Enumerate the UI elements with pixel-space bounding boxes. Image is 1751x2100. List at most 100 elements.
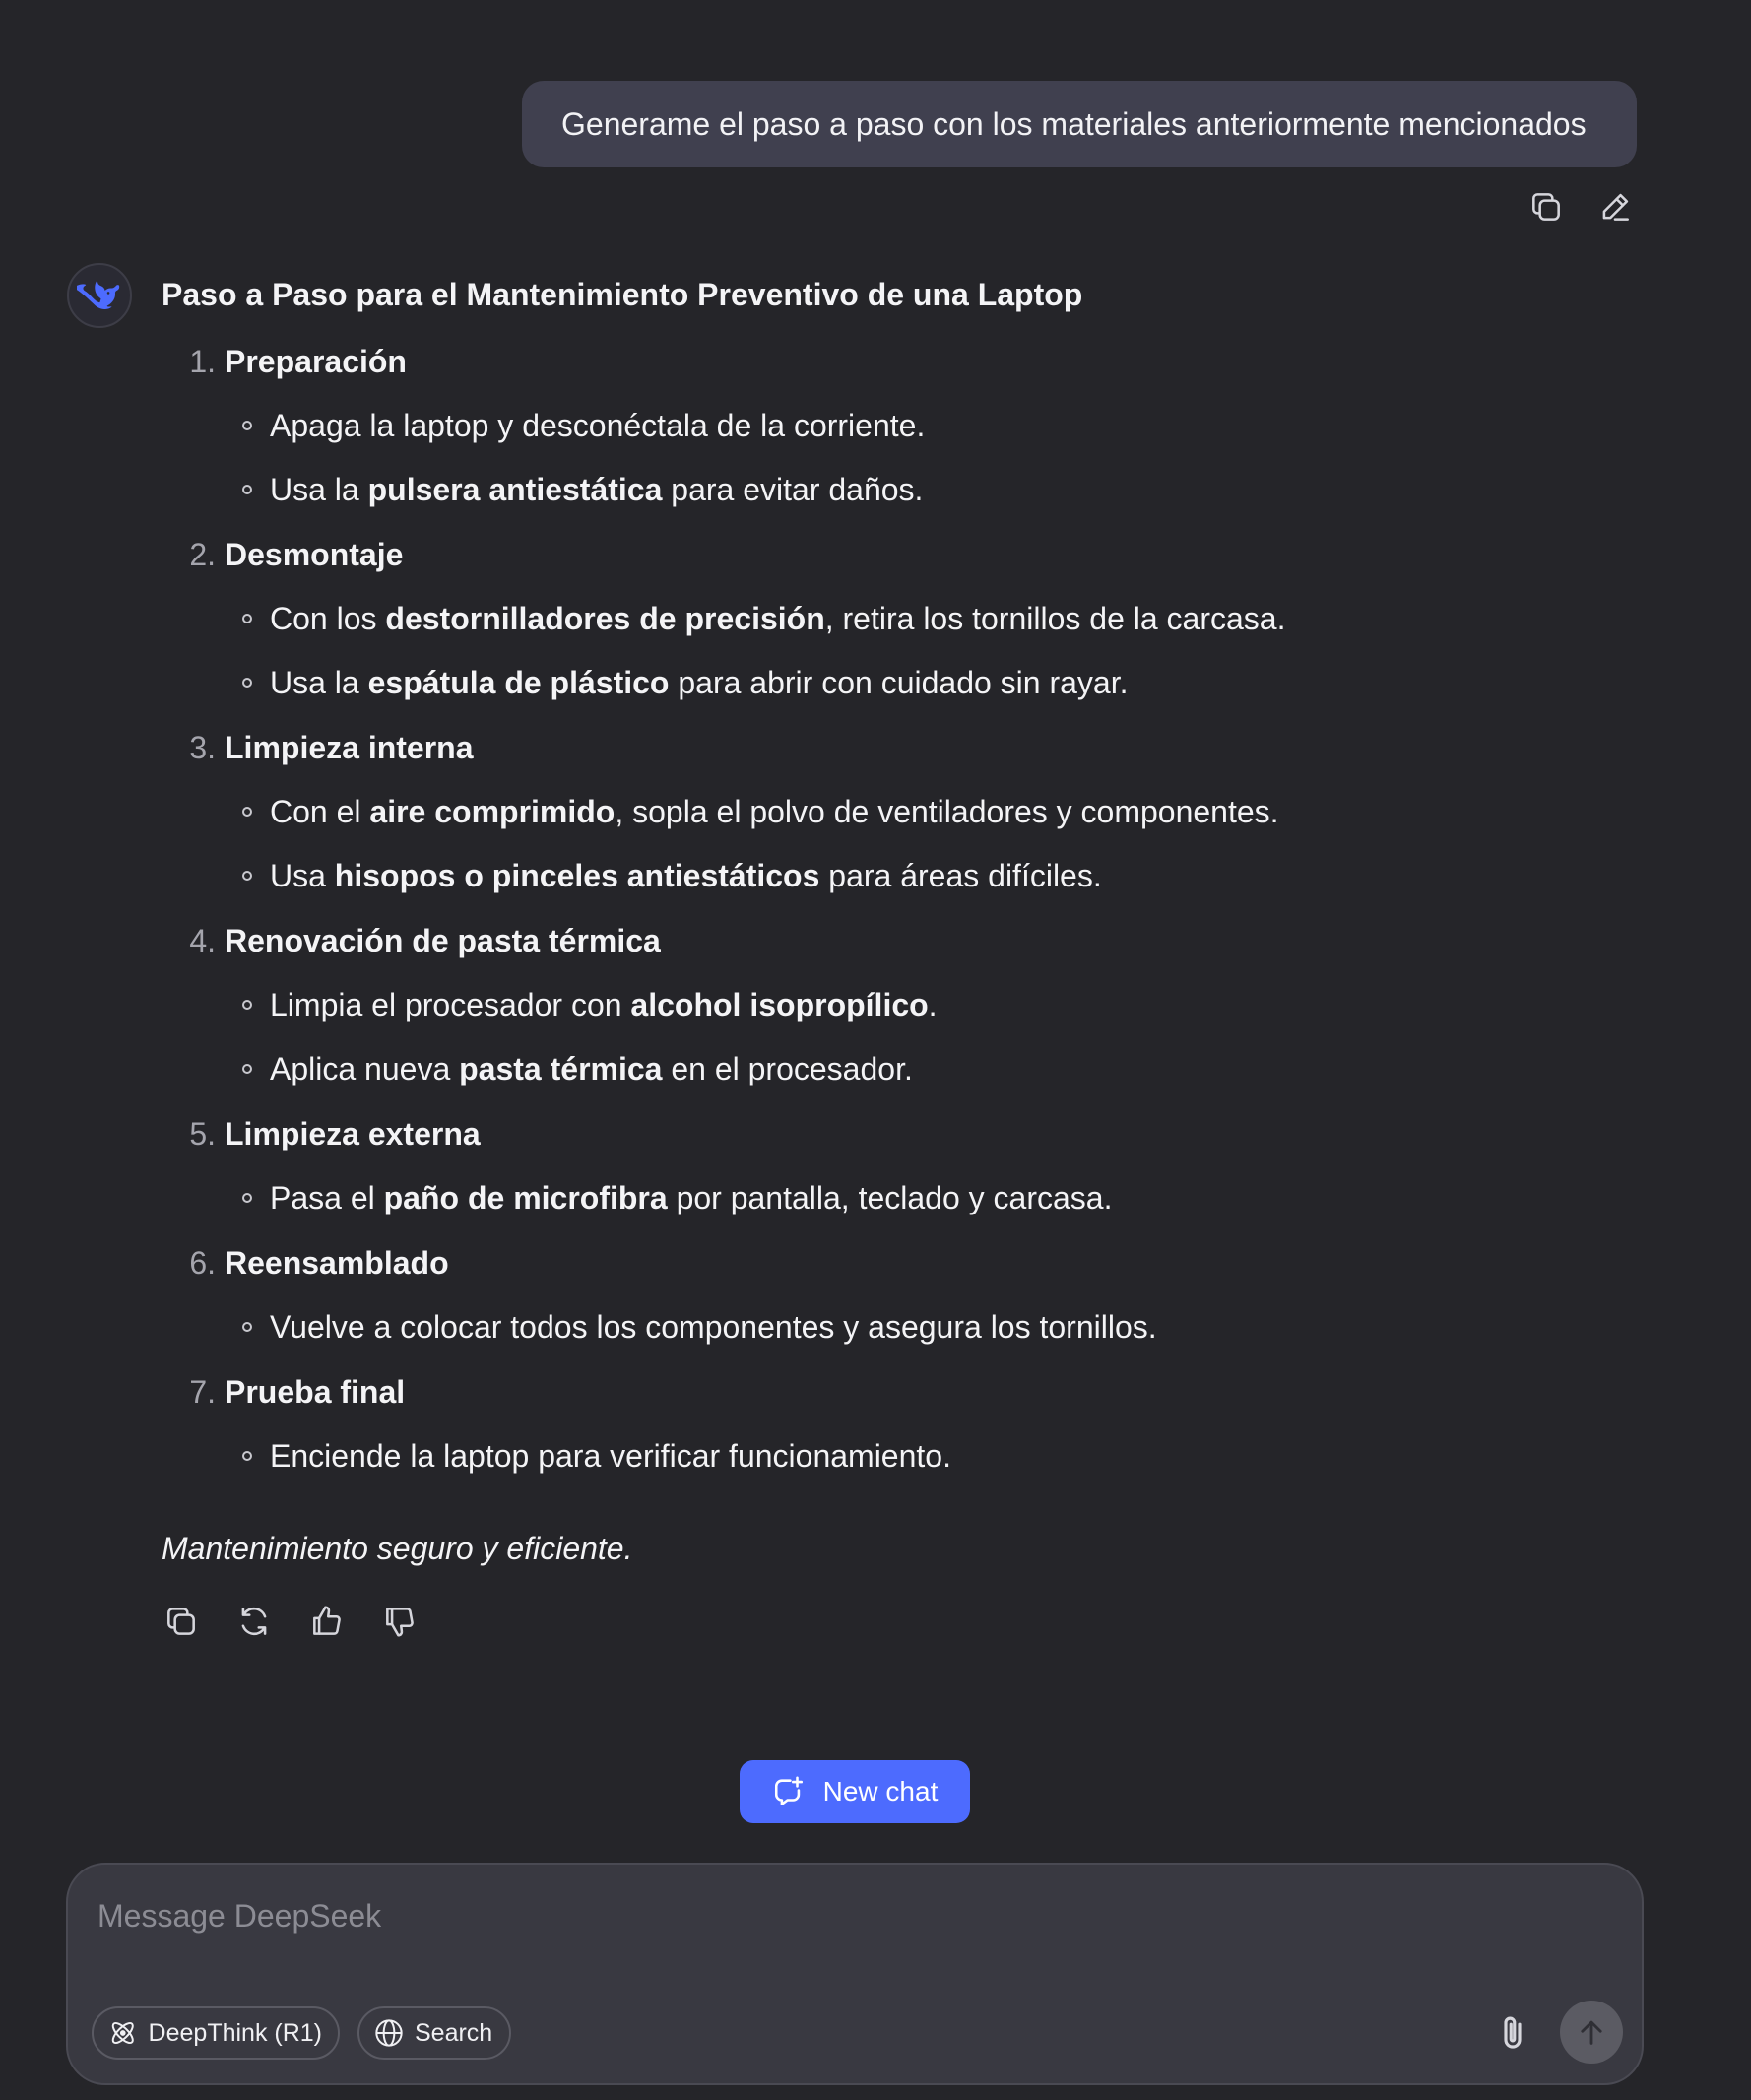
step-label: Preparación (225, 344, 407, 379)
arrow-up-icon (1581, 2020, 1602, 2045)
step-item: 2. Desmontaje Con los destornilladores de … (162, 528, 1639, 709)
step-sublist: Pasa el paño de microfibra por pantalla,… (162, 1171, 1639, 1224)
text: , retira los tornillos de la carcasa. (824, 601, 1286, 636)
text: Usa la (270, 665, 368, 700)
user-message-actions (1526, 187, 1635, 227)
text: en el procesador. (662, 1051, 913, 1086)
sub-item: Pasa el paño de microfibra por pantalla,… (162, 1171, 1639, 1224)
step-number: 7. (189, 1374, 216, 1410)
text: Enciende la laptop para verificar funcio… (270, 1438, 951, 1474)
user-message: Generame el paso a paso con los material… (522, 81, 1637, 167)
answer-title: Paso a Paso para el Mantenimiento Preven… (162, 277, 1083, 312)
step-sublist: Con el aire comprimido, sopla el polvo d… (162, 785, 1639, 902)
bullet-circle-icon (242, 807, 252, 817)
step-sublist: Vuelve a colocar todos los componentes y… (162, 1300, 1639, 1353)
sub-item: Enciende la laptop para verificar funcio… (162, 1429, 1639, 1482)
step-number: 6. (189, 1245, 216, 1280)
text: . (928, 987, 938, 1022)
sub-item-text: Con los destornilladores de precisión, r… (270, 592, 1285, 645)
step-item: 5. Limpieza externa Pasa el paño de microf… (162, 1107, 1639, 1224)
sub-item-text: Usa hisopos o pinceles antiestáticos par… (270, 849, 1102, 902)
sub-item-text: Vuelve a colocar todos los componentes y… (270, 1300, 1157, 1353)
chat-page: Generame el paso a paso con los material… (0, 0, 1751, 2100)
answer-closing: Mantenimiento seguro y eficiente. (162, 1531, 633, 1566)
sub-item: Con el aire comprimido, sopla el polvo d… (162, 785, 1639, 838)
paperclip-icon (1504, 2016, 1522, 2049)
sub-item-text: Usa la pulsera antiestática para evitar … (270, 463, 923, 516)
globe-icon (375, 2019, 403, 2047)
deepseek-whale-icon (77, 281, 120, 309)
bold-text: pasta térmica (459, 1051, 663, 1086)
text: Usa (270, 858, 335, 893)
bold-text: aire comprimido (369, 794, 616, 829)
text: , sopla el polvo de ventiladores y compo… (615, 794, 1279, 829)
text: Con el (270, 794, 370, 829)
thumbs-up-icon[interactable] (307, 1602, 347, 1641)
step-item: 7. Prueba final Enciende la laptop para ve… (162, 1365, 1639, 1482)
sub-item: Con los destornilladores de precisión, r… (162, 592, 1639, 645)
step-sublist: Limpia el procesador con alcohol isoprop… (162, 978, 1639, 1095)
step-header: 4. Renovación de pasta térmica (162, 914, 1639, 967)
text: Usa la (270, 472, 368, 507)
bullet-circle-icon (242, 871, 252, 881)
copy-icon[interactable] (162, 1602, 201, 1641)
new-chat-label: New chat (822, 1776, 939, 1806)
sub-item-text: Pasa el paño de microfibra por pantalla,… (270, 1171, 1112, 1224)
step-item: 1. Preparación Apaga la laptop y desconéct… (162, 335, 1639, 516)
step-label: Prueba final (225, 1374, 406, 1410)
bullet-circle-icon (242, 614, 252, 623)
step-sublist: Enciende la laptop para verificar funcio… (162, 1429, 1639, 1482)
attach-button[interactable] (1488, 2008, 1537, 2058)
step-item: 3. Limpieza interna Con el aire comprimido… (162, 721, 1639, 902)
bullet-circle-icon (242, 678, 252, 688)
text: para evitar daños. (662, 472, 924, 507)
step-label: Limpieza externa (225, 1116, 481, 1151)
bold-text: espátula de plástico (367, 665, 670, 700)
answer-actions (162, 1602, 420, 1641)
step-item: 4. Renovación de pasta térmica Limpia el p… (162, 914, 1639, 1095)
step-header: 5. Limpieza externa (162, 1107, 1639, 1160)
atom-icon (111, 2022, 134, 2044)
step-label: Limpieza interna (225, 730, 474, 765)
regenerate-icon[interactable] (234, 1602, 274, 1641)
search-toggle[interactable]: Search (357, 2006, 511, 2060)
message-input[interactable] (96, 1890, 1577, 1941)
step-number: 1. (189, 344, 216, 379)
sub-item: Usa la pulsera antiestática para evitar … (162, 463, 1639, 516)
new-chat-icon (774, 1776, 803, 1806)
new-chat-button[interactable]: New chat (740, 1760, 970, 1823)
step-number: 5. (189, 1116, 216, 1151)
step-sublist: Apaga la laptop y desconéctala de la cor… (162, 399, 1639, 516)
bullet-circle-icon (242, 1193, 252, 1203)
text: Limpia el procesador con (270, 987, 631, 1022)
text: para áreas difíciles. (819, 858, 1102, 893)
bold-text: pulsera antiestática (367, 472, 663, 507)
step-header: 2. Desmontaje (162, 528, 1639, 581)
step-number: 4. (189, 923, 216, 958)
text: Apaga la laptop y desconéctala de la cor… (270, 408, 926, 443)
thumbs-down-icon[interactable] (380, 1602, 420, 1641)
assistant-avatar (67, 263, 132, 328)
sub-item: Usa hisopos o pinceles antiestáticos par… (162, 849, 1639, 902)
step-header: 3. Limpieza interna (162, 721, 1639, 774)
step-label: Renovación de pasta térmica (225, 923, 661, 958)
edit-icon[interactable] (1595, 187, 1635, 227)
step-label: Desmontaje (225, 537, 404, 572)
message-composer: DeepThink (R1) Search (66, 1863, 1644, 2085)
text: Pasa el (270, 1180, 384, 1215)
text: Aplica nueva (270, 1051, 460, 1086)
send-button[interactable] (1560, 2001, 1623, 2064)
step-number: 3. (189, 730, 216, 765)
assistant-answer: Paso a Paso para el Mantenimiento Preven… (162, 266, 1639, 1575)
deepthink-toggle[interactable]: DeepThink (R1) (92, 2006, 340, 2060)
step-sublist: Con los destornilladores de precisión, r… (162, 592, 1639, 709)
steps-list: 1. Preparación Apaga la laptop y desconéct… (162, 335, 1639, 1482)
sub-item: Apaga la laptop y desconéctala de la cor… (162, 399, 1639, 452)
sub-item-text: Limpia el procesador con alcohol isoprop… (270, 978, 938, 1031)
copy-icon[interactable] (1526, 187, 1566, 227)
text: Vuelve a colocar todos los componentes y… (270, 1309, 1157, 1345)
bold-text: destornilladores de precisión (385, 601, 825, 636)
step-item: 6. Reensamblado Vuelve a colocar todos los… (162, 1236, 1639, 1353)
step-label: Reensamblado (225, 1245, 449, 1280)
sub-item-text: Usa la espátula de plástico para abrir c… (270, 656, 1129, 709)
